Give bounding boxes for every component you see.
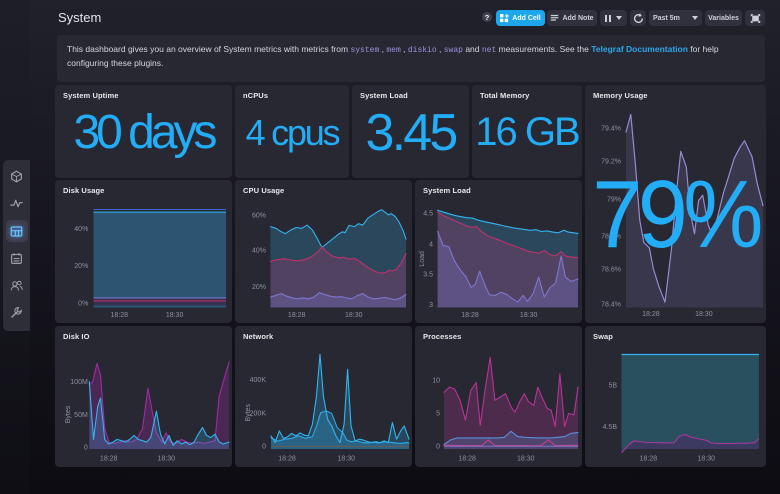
- svg-text:4.5B: 4.5B: [603, 424, 618, 431]
- svg-text:20%: 20%: [252, 284, 266, 291]
- svg-text:0%: 0%: [78, 301, 88, 308]
- svg-text:18:30: 18:30: [338, 455, 356, 462]
- svg-text:0: 0: [436, 443, 440, 450]
- svg-text:18:30: 18:30: [166, 312, 184, 319]
- svg-text:200K: 200K: [250, 411, 267, 418]
- svg-text:400K: 400K: [250, 377, 267, 384]
- svg-text:18:30: 18:30: [698, 455, 716, 462]
- svg-text:5: 5: [436, 411, 440, 418]
- svg-text:3: 3: [429, 302, 433, 309]
- svg-text:18:28: 18:28: [288, 312, 306, 319]
- svg-text:100M: 100M: [70, 379, 88, 386]
- svg-text:50M: 50M: [74, 412, 88, 419]
- svg-text:18:28: 18:28: [642, 311, 660, 318]
- svg-text:4: 4: [429, 242, 433, 249]
- svg-text:5B: 5B: [608, 383, 617, 390]
- svg-text:Bytes: Bytes: [65, 405, 72, 423]
- svg-text:18:28: 18:28: [111, 312, 129, 319]
- svg-text:20%: 20%: [74, 263, 88, 270]
- svg-text:78.4%: 78.4%: [601, 301, 621, 308]
- svg-text:18:30: 18:30: [158, 455, 176, 462]
- svg-text:Bytes: Bytes: [245, 404, 252, 422]
- svg-text:18:30: 18:30: [695, 311, 713, 318]
- svg-text:18:28: 18:28: [458, 455, 476, 462]
- svg-text:40%: 40%: [252, 248, 266, 255]
- svg-text:18:28: 18:28: [278, 455, 296, 462]
- svg-text:40%: 40%: [74, 226, 88, 233]
- svg-text:0: 0: [84, 445, 88, 452]
- svg-text:60%: 60%: [252, 213, 266, 220]
- svg-text:4.5: 4.5: [423, 211, 433, 218]
- svg-text:Load: Load: [419, 251, 426, 267]
- svg-text:18:30: 18:30: [520, 312, 538, 319]
- svg-text:18:28: 18:28: [640, 455, 658, 462]
- svg-text:3.5: 3.5: [423, 272, 433, 279]
- svg-text:10: 10: [432, 378, 440, 385]
- svg-text:0: 0: [262, 443, 266, 450]
- svg-text:79.4%: 79.4%: [601, 126, 621, 133]
- svg-text:18:30: 18:30: [517, 455, 535, 462]
- svg-text:18:30: 18:30: [345, 312, 363, 319]
- svg-text:18:28: 18:28: [100, 455, 118, 462]
- svg-text:18:28: 18:28: [461, 312, 479, 319]
